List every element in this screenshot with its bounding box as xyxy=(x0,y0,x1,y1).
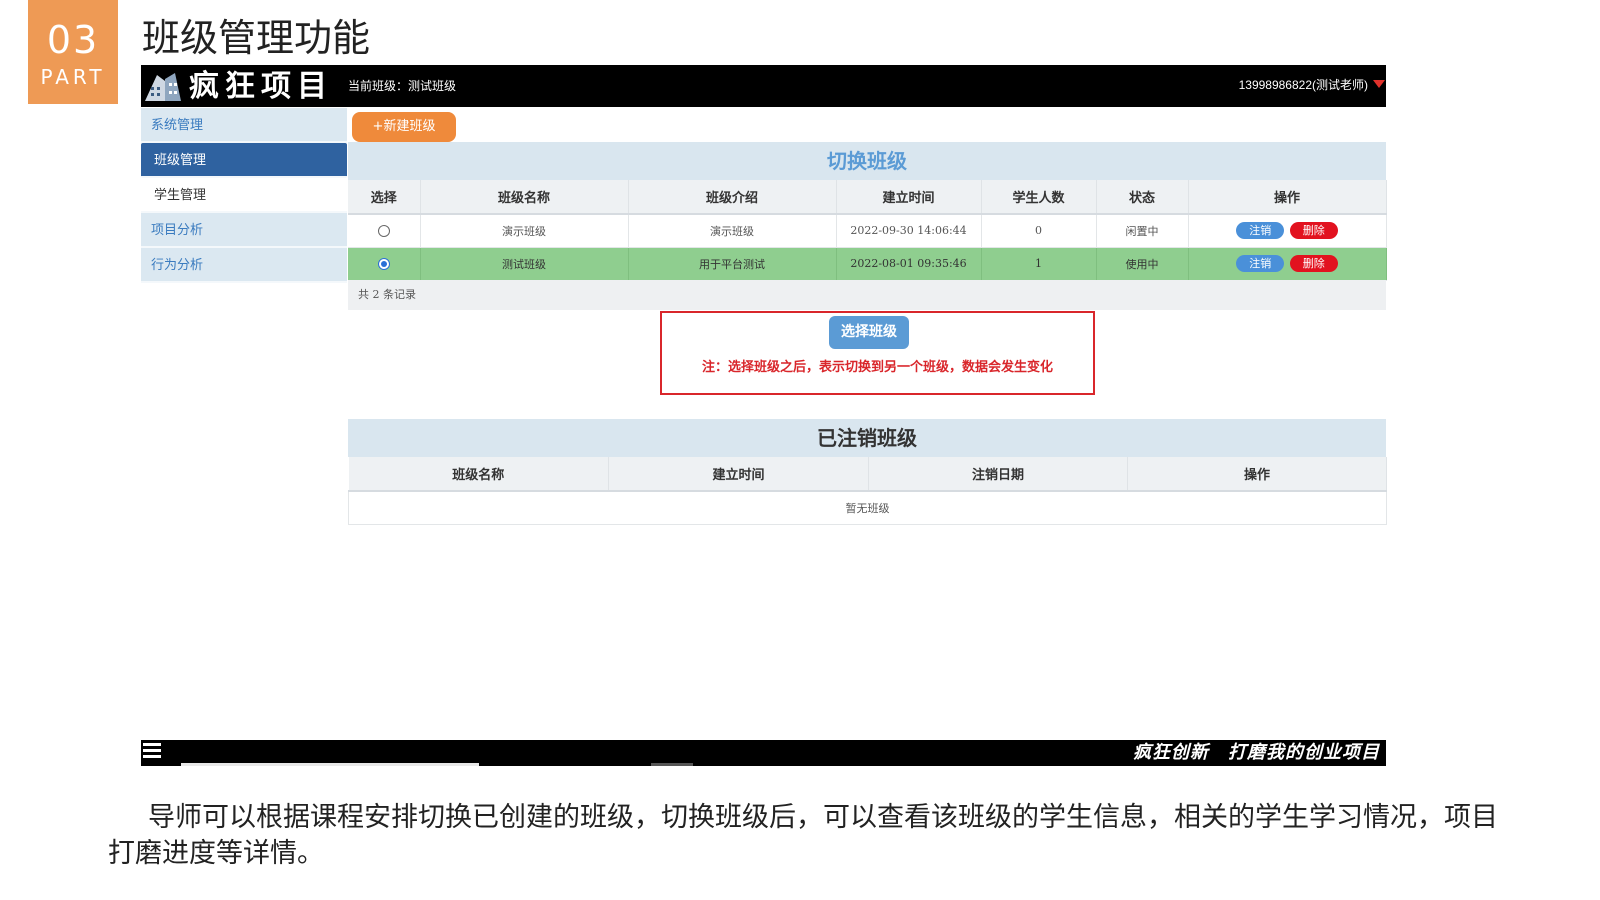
menu-icon[interactable] xyxy=(143,743,161,761)
column-header: 班级名称 xyxy=(420,180,629,215)
current-class-label: 当前班级：测试班级 xyxy=(348,79,457,93)
select-class-button[interactable]: 选择班级 xyxy=(829,316,909,349)
new-class-button[interactable]: +新建班级 xyxy=(352,112,456,142)
building-logo-icon xyxy=(145,73,181,101)
table-row: 暂无班级 xyxy=(348,491,1387,525)
column-header: 建立时间 xyxy=(836,180,982,215)
slide-title: 班级管理功能 xyxy=(142,16,371,60)
select-cell[interactable] xyxy=(348,214,421,248)
notice-text: 注：选择班级之后，表示切换到另一个班级，数据会发生变化 xyxy=(701,360,1053,375)
delete-class-button[interactable]: 删除 xyxy=(1289,222,1338,240)
student-count: 1 xyxy=(981,247,1097,281)
logo-text: 疯狂项目 xyxy=(189,69,333,104)
column-header: 状态 xyxy=(1096,180,1189,215)
table-header-row: 选择 班级名称 班级介绍 建立时间 学生人数 状态 操作 xyxy=(348,180,1387,215)
created-time: 2022-09-30 14:06:44 xyxy=(836,214,982,248)
notice-box: 选择班级 注：选择班级之后，表示切换到另一个班级，数据会发生变化 xyxy=(660,311,1095,395)
student-count: 0 xyxy=(981,214,1097,248)
sidebar-item-behavior-analysis[interactable]: 行为分析 xyxy=(141,248,347,283)
table-header-row: 班级名称 建立时间 注销日期 操作 xyxy=(348,457,1387,492)
column-header: 班级名称 xyxy=(348,457,609,492)
cancelled-class-title: 已注销班级 xyxy=(348,419,1386,457)
slogan-text: 疯狂创新 打磨我的创业项目 xyxy=(1133,742,1380,763)
top-bar: 疯狂项目 当前班级：测试班级 13998986822(测试老师) xyxy=(141,65,1386,107)
class-name: 演示班级 xyxy=(420,214,629,248)
sidebar-item-student[interactable]: 学生管理 xyxy=(141,178,347,213)
switch-class-title: 切换班级 xyxy=(348,142,1386,180)
sidebar: 系统管理 班级管理 学生管理 项目分析 行为分析 xyxy=(141,108,347,283)
created-time: 2022-08-01 09:35:46 xyxy=(836,247,982,281)
empty-message: 暂无班级 xyxy=(348,491,1387,525)
column-header: 学生人数 xyxy=(981,180,1097,215)
class-intro: 演示班级 xyxy=(628,214,837,248)
table-row[interactable]: 测试班级 用于平台测试 2022-08-01 09:35:46 1 使用中 注销… xyxy=(348,247,1387,281)
caret-down-icon[interactable] xyxy=(1373,80,1385,88)
class-intro: 用于平台测试 xyxy=(628,247,837,281)
select-cell[interactable] xyxy=(348,247,421,281)
scroll-thumb[interactable] xyxy=(651,763,693,766)
part-label: PART xyxy=(40,65,106,89)
sidebar-item-project-analysis[interactable]: 项目分析 xyxy=(141,213,347,248)
status-text: 闲置中 xyxy=(1096,214,1189,248)
class-name: 测试班级 xyxy=(420,247,629,281)
part-badge: 03 PART xyxy=(28,0,118,104)
actions-cell: 注销 删除 xyxy=(1188,214,1387,248)
status-text: 使用中 xyxy=(1096,247,1189,281)
record-count: 共 2 条记录 xyxy=(348,280,1386,310)
delete-class-button[interactable]: 删除 xyxy=(1289,255,1338,272)
column-header: 建立时间 xyxy=(608,457,869,492)
scrollbar[interactable] xyxy=(181,763,479,766)
slide-caption: 导师可以根据课程安排切换已创建的班级，切换班级后，可以查看该班级的学生信息，相关… xyxy=(108,802,1498,869)
part-number: 03 xyxy=(46,18,100,62)
column-header: 班级介绍 xyxy=(628,180,837,215)
app-window: 疯狂项目 当前班级：测试班级 13998986822(测试老师) 系统管理 班级… xyxy=(141,65,1387,525)
class-radio[interactable] xyxy=(377,225,390,238)
cancelled-class-table: 班级名称 建立时间 注销日期 操作 暂无班级 xyxy=(348,457,1387,525)
cancel-class-button[interactable]: 注销 xyxy=(1236,222,1285,240)
column-header: 操作 xyxy=(1188,180,1387,215)
column-header: 选择 xyxy=(348,180,421,215)
footer-bar: 疯狂创新 打磨我的创业项目 xyxy=(141,740,1386,766)
user-menu[interactable]: 13998986822(测试老师) xyxy=(1239,77,1368,93)
table-row[interactable]: 演示班级 演示班级 2022-09-30 14:06:44 0 闲置中 注销 删… xyxy=(348,214,1387,248)
actions-cell: 注销 删除 xyxy=(1188,247,1387,281)
column-header: 注销日期 xyxy=(868,457,1128,492)
sidebar-item-class[interactable]: 班级管理 xyxy=(141,143,347,178)
class-radio[interactable] xyxy=(377,258,390,270)
cancel-class-button[interactable]: 注销 xyxy=(1236,255,1285,272)
sidebar-item-system[interactable]: 系统管理 xyxy=(141,108,347,143)
column-header: 操作 xyxy=(1127,457,1387,492)
class-table: 选择 班级名称 班级介绍 建立时间 学生人数 状态 操作 演示班级 演示班级 2… xyxy=(348,180,1387,281)
